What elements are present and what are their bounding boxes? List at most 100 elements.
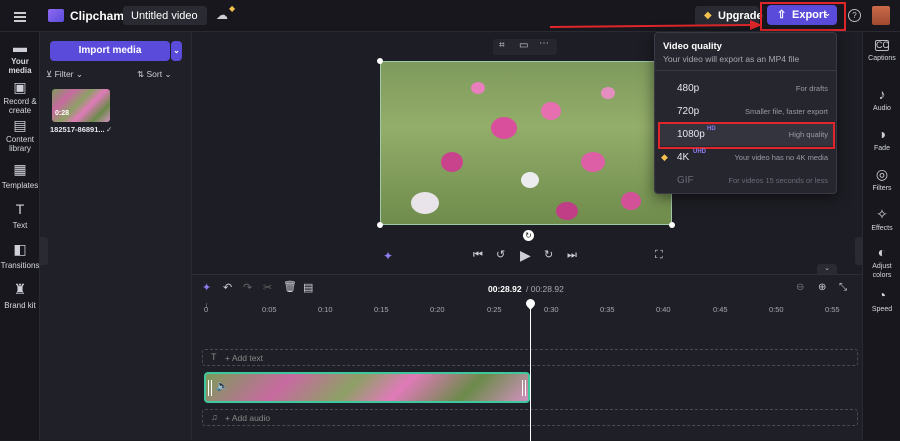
menu-icon[interactable] bbox=[14, 10, 26, 24]
trim-handle-left[interactable] bbox=[208, 380, 212, 396]
magic-edit-icon[interactable]: ✦ bbox=[383, 250, 393, 262]
text-track-icon: T bbox=[211, 352, 217, 362]
import-media-button[interactable]: Import media bbox=[50, 41, 170, 61]
zoom-in-icon[interactable]: ⊕ bbox=[818, 283, 826, 293]
rnav-item-filters[interactable]: ◎ Filters bbox=[863, 167, 900, 195]
rnav-item-fade[interactable]: ◑ Fade bbox=[863, 127, 900, 155]
fade-icon: ◑ bbox=[877, 126, 887, 142]
rnav-item-effects[interactable]: ✧ Effects bbox=[863, 207, 900, 235]
diamond-icon: ◆ bbox=[661, 152, 668, 162]
playhead-handle[interactable] bbox=[524, 297, 537, 310]
project-title-input[interactable]: Untitled video bbox=[123, 6, 207, 25]
flower-shape bbox=[441, 152, 463, 172]
nav-item-content-library[interactable]: ▤ Content library bbox=[0, 118, 40, 154]
nav-item-brand-kit[interactable]: ♜ Brand kit bbox=[0, 282, 40, 312]
quality-option-gif[interactable]: GIF For videos 15 seconds or less bbox=[659, 170, 834, 192]
tick-label: 0:35 bbox=[600, 305, 615, 314]
crop-icon[interactable]: ⌗ bbox=[499, 41, 505, 51]
help-icon[interactable]: ? bbox=[848, 9, 861, 22]
option-desc: For videos 15 seconds or less bbox=[728, 176, 828, 185]
video-preview-canvas[interactable] bbox=[380, 61, 672, 225]
video-clip[interactable]: 🔈 bbox=[204, 372, 530, 403]
rnav-item-audio[interactable]: ♪ Audio bbox=[863, 87, 900, 115]
quality-option-720p[interactable]: 720p Smaller file, faster export bbox=[659, 101, 834, 123]
cloud-off-icon[interactable]: ☁ bbox=[216, 9, 228, 21]
timeline-panel: ✦ ↶ ↷ ✂ 🗑 ▤ 00:28.92 / 00:28.92 ⊖ ⊕ ⤡ 0 … bbox=[192, 274, 862, 441]
skip-back-icon[interactable]: ⏮ bbox=[473, 250, 483, 261]
flower-shape bbox=[471, 82, 485, 94]
sort-icon: ⇅ bbox=[137, 69, 145, 79]
rnav-label: Fade bbox=[874, 145, 890, 152]
rotate-icon[interactable]: ↻ bbox=[523, 230, 534, 241]
resize-handle[interactable] bbox=[377, 222, 383, 228]
sort-button[interactable]: ⇅ Sort ⌄ bbox=[137, 69, 182, 83]
play-icon[interactable]: ▶ bbox=[520, 248, 531, 262]
media-filename: 182517-86891... bbox=[50, 125, 105, 134]
total-time: / 00:28.92 bbox=[526, 284, 564, 294]
fit-icon[interactable]: ▭ bbox=[519, 41, 528, 51]
tick-label: 0:30 bbox=[544, 305, 559, 314]
add-text-label: + Add text bbox=[225, 353, 264, 363]
more-icon[interactable]: ⋯ bbox=[539, 39, 549, 49]
tick-label: 0:15 bbox=[374, 305, 389, 314]
export-button[interactable]: ⇧ Export ⌄ bbox=[767, 5, 837, 25]
option-name: 720p bbox=[677, 106, 700, 117]
magic-icon[interactable]: ✦ bbox=[202, 283, 211, 294]
flower-shape bbox=[411, 192, 439, 214]
flower-shape bbox=[601, 87, 615, 99]
nav-item-your-media[interactable]: ▬ Your media bbox=[0, 38, 40, 75]
volume-icon[interactable]: 🔈 bbox=[216, 381, 228, 392]
playhead[interactable] bbox=[530, 301, 531, 441]
templates-icon: ▦ bbox=[13, 161, 27, 177]
nav-label: Text bbox=[12, 221, 28, 230]
quality-option-4k[interactable]: ◆ 4K UHD Your video has no 4K media bbox=[659, 147, 834, 169]
trim-handle-right[interactable] bbox=[522, 380, 526, 396]
media-thumbnail[interactable]: 0:28 bbox=[52, 89, 110, 122]
redo-icon[interactable]: ↷ bbox=[243, 283, 252, 294]
flower-shape bbox=[541, 102, 561, 120]
nav-item-transitions[interactable]: ◧ Transitions bbox=[0, 242, 40, 272]
option-name: 480p bbox=[677, 83, 700, 94]
filter-button[interactable]: ⊻ Filter ⌄ bbox=[46, 69, 101, 83]
fullscreen-icon[interactable]: ⛶ bbox=[655, 250, 663, 261]
skip-forward-icon[interactable]: ⏭ bbox=[567, 250, 577, 261]
forward-5-icon[interactable]: ↻ bbox=[544, 250, 553, 261]
zoom-out-icon[interactable]: ⊖ bbox=[796, 283, 804, 293]
chevron-down-icon: ⌄ bbox=[75, 69, 83, 79]
tick-label: 0:50 bbox=[769, 305, 784, 314]
tick-label: 0:40 bbox=[656, 305, 671, 314]
trash-icon[interactable]: 🗑 bbox=[283, 282, 297, 293]
resize-handle[interactable] bbox=[377, 58, 383, 64]
wand-icon: ✧ bbox=[876, 206, 888, 222]
speaker-icon: ♪ bbox=[878, 86, 886, 102]
camera-icon: ▣ bbox=[13, 79, 27, 95]
avatar[interactable] bbox=[872, 6, 890, 25]
resize-handle[interactable] bbox=[669, 222, 675, 228]
rnav-item-speed[interactable]: ◔ Speed bbox=[863, 288, 900, 316]
scissors-icon[interactable]: ✂ bbox=[263, 283, 272, 294]
save-frame-icon[interactable]: ▤ bbox=[303, 283, 313, 294]
cc-icon: CC bbox=[875, 40, 889, 51]
filters-icon: ◎ bbox=[875, 166, 889, 182]
import-dropdown-button[interactable]: ⌄ bbox=[171, 41, 182, 61]
rnav-item-adjust-colors[interactable]: ◐ Adjust colors bbox=[863, 245, 900, 281]
quality-option-480p[interactable]: 480p For drafts bbox=[659, 78, 834, 100]
nav-label: Content library bbox=[5, 135, 35, 153]
filter-label: Filter bbox=[54, 69, 74, 79]
nav-item-text[interactable]: T Text bbox=[0, 202, 40, 232]
right-collapse-handle[interactable] bbox=[855, 237, 862, 265]
rnav-item-captions[interactable]: CC Captions bbox=[863, 40, 900, 68]
nav-item-templates[interactable]: ▦ Templates bbox=[0, 162, 40, 192]
tick-label: 0:20 bbox=[430, 305, 445, 314]
nav-item-record[interactable]: ▣ Record & create bbox=[0, 80, 40, 116]
media-panel: Import media ⌄ ⊻ Filter ⌄ ⇅ Sort ⌄ 0:28 … bbox=[40, 32, 192, 440]
tick-label: 0 bbox=[204, 305, 209, 314]
selection-highlight bbox=[658, 122, 835, 149]
undo-icon[interactable]: ↶ bbox=[223, 283, 232, 294]
fit-timeline-icon[interactable]: ⤡ bbox=[839, 283, 847, 293]
library-icon: ▤ bbox=[13, 117, 27, 133]
timeline-toggle[interactable]: ⌄ bbox=[817, 264, 837, 274]
menu-divider bbox=[655, 70, 836, 71]
collapse-handle[interactable] bbox=[40, 237, 48, 265]
rewind-5-icon[interactable]: ↺ bbox=[496, 250, 505, 261]
